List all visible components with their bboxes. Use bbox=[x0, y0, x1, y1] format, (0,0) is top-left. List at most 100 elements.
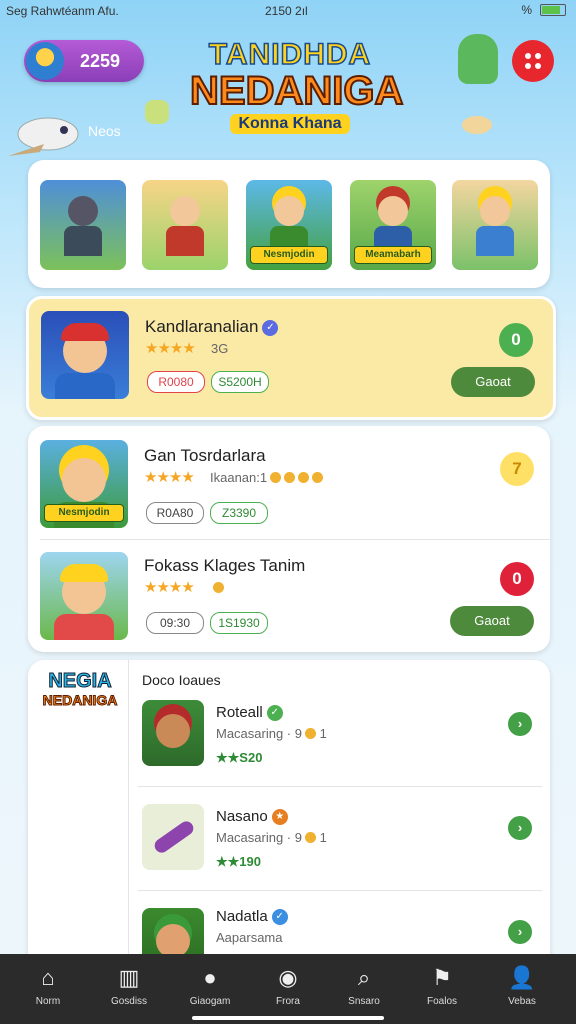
nav-item-user[interactable]: 👤 Vebas bbox=[486, 964, 558, 1007]
nav-label: Frora bbox=[276, 996, 300, 1007]
chevron-right-icon[interactable]: › bbox=[508, 712, 532, 736]
search-icon: ⌕ bbox=[357, 965, 371, 990]
chevron-right-icon[interactable]: › bbox=[508, 816, 532, 840]
nav-label: Norm bbox=[35, 996, 61, 1007]
nav-item-home[interactable]: ⌂ Norm bbox=[12, 964, 84, 1007]
leagues-heading: Doco Ioaues bbox=[142, 672, 221, 688]
chevron-right-icon[interactable]: › bbox=[508, 920, 532, 944]
status-time: 2150 2ıl bbox=[265, 4, 308, 18]
verified-badge-icon: ✓ bbox=[271, 909, 288, 925]
league-thumbnail bbox=[142, 700, 204, 766]
list-thumbnail bbox=[40, 552, 128, 640]
game-tile[interactable]: Meamabarh bbox=[350, 180, 436, 270]
nav-label: Gosdiss bbox=[110, 996, 148, 1007]
league-meta: Macasaring · 9 1 bbox=[216, 830, 327, 845]
featured-stars: ★★★★ bbox=[145, 340, 196, 357]
nav-item-flag[interactable]: ⚑ Foalos bbox=[406, 964, 478, 1007]
list-title: Gan Tosrdarlara bbox=[144, 446, 266, 465]
star-badge-icon: ★ bbox=[271, 809, 288, 825]
league-title: Nadatla ✓ bbox=[216, 908, 288, 925]
divider bbox=[138, 890, 542, 891]
featured-pill-b: S5200H bbox=[211, 371, 269, 393]
logo-line-3: Konna Khana bbox=[230, 114, 350, 134]
list-pill-b: Z3390 bbox=[210, 502, 268, 524]
nav-label: Vebas bbox=[508, 996, 536, 1007]
divider bbox=[138, 786, 542, 787]
list-stars: ★★★★ bbox=[144, 579, 195, 596]
logo-line-1: TANIDHDA bbox=[208, 38, 372, 71]
league-title: Nasano ★ bbox=[216, 808, 288, 825]
list-get-button[interactable]: Gaoat bbox=[450, 606, 534, 636]
floating-cookie-icon bbox=[462, 116, 492, 134]
grid-menu-button[interactable] bbox=[512, 40, 554, 82]
bird-mascot-icon bbox=[4, 108, 84, 164]
league-score: ★★S20 bbox=[216, 750, 263, 765]
featured-title: Kandlaranalian ✓ bbox=[145, 317, 279, 337]
list-meta: Ikaanan:1 bbox=[210, 470, 324, 485]
status-left-text: Seg Rahwtéanm Afu. bbox=[6, 4, 119, 18]
floating-toy-icon bbox=[145, 100, 169, 124]
status-right: % bbox=[521, 3, 566, 17]
green-character-icon bbox=[458, 34, 498, 84]
list-pill-a: 09:30 bbox=[146, 612, 204, 634]
bottom-nav: ⌂ Norm ▥ Gosdiss ● Giaogam ◉ Frora ⌕ Sns… bbox=[0, 954, 576, 1024]
nav-item-search[interactable]: ⌕ Snsaro bbox=[328, 964, 400, 1007]
status-bar: Seg Rahwtéanm Afu. 2150 2ıl % bbox=[0, 0, 576, 22]
home-icon: ⌂ bbox=[41, 965, 55, 990]
league-meta: Macasaring · 9 1 bbox=[216, 726, 327, 741]
notifications-icon: ● bbox=[203, 965, 217, 990]
leagues-logo-bottom: NEDANIGA bbox=[42, 692, 118, 709]
league-meta: Aaparsama bbox=[216, 930, 283, 945]
thumb-label: Nesmjodin bbox=[44, 504, 124, 522]
battery-percent: % bbox=[521, 3, 532, 17]
bird-label: Neos bbox=[88, 123, 121, 139]
divider bbox=[40, 539, 550, 540]
coin-icon bbox=[213, 582, 224, 593]
user-icon: 👤 bbox=[508, 965, 536, 990]
game-tile[interactable] bbox=[142, 180, 228, 270]
league-thumbnail bbox=[142, 804, 204, 870]
list-pill-a: R0A80 bbox=[146, 502, 204, 524]
game-tile[interactable] bbox=[40, 180, 126, 270]
nav-item-cards[interactable]: ▥ Gosdiss bbox=[93, 964, 165, 1007]
featured-pill-a: R0080 bbox=[147, 371, 205, 393]
list-status-circle[interactable]: 7 bbox=[500, 452, 534, 486]
leagues-logo-top: NEGIA bbox=[48, 670, 112, 693]
tile-label: Nesmjodin bbox=[250, 246, 328, 264]
featured-get-button[interactable]: Gaoat bbox=[451, 367, 535, 397]
coin-balance: 2259 bbox=[80, 51, 121, 71]
list-pill-b: 1S1930 bbox=[210, 612, 268, 634]
nav-item-profile-circle[interactable]: ◉ Frora bbox=[252, 964, 324, 1007]
battery-icon bbox=[540, 4, 566, 16]
featured-rating: 3G bbox=[211, 341, 229, 356]
list-stars: ★★★★ bbox=[144, 469, 195, 486]
nav-label: Foalos bbox=[426, 996, 457, 1007]
featured-status-circle[interactable]: 0 bbox=[499, 323, 533, 357]
list-thumbnail: Nesmjodin bbox=[40, 440, 128, 528]
game-tiles-carousel: Nesmjodin Meamabarh bbox=[28, 160, 550, 288]
verified-badge-icon: ✓ bbox=[262, 320, 279, 336]
game-tile[interactable]: Nesmjodin bbox=[246, 180, 332, 270]
game-logo: TANIDHDA NEDANIGA Konna Khana bbox=[189, 38, 404, 134]
nav-item-notifications[interactable]: ● Giaogam bbox=[174, 964, 246, 1007]
check-badge-icon: ✓ bbox=[266, 705, 283, 721]
avatar bbox=[26, 42, 64, 80]
nav-label: Giaogam bbox=[189, 996, 231, 1007]
flag-icon: ⚑ bbox=[432, 965, 452, 990]
tile-label: Meamabarh bbox=[354, 246, 432, 264]
league-score: ★★190 bbox=[216, 854, 261, 869]
nav-label: Snsaro bbox=[348, 996, 380, 1007]
coin-balance-pill[interactable]: 2259 bbox=[24, 40, 144, 82]
vertical-divider bbox=[128, 660, 129, 980]
logo-line-2: NEDANIGA bbox=[189, 69, 404, 113]
featured-game-card[interactable]: Kandlaranalian ✓ ★★★★ 3G R0080 S5200H 0 G… bbox=[26, 296, 556, 420]
game-tile[interactable] bbox=[452, 180, 538, 270]
league-title: Roteall ✓ bbox=[216, 704, 283, 721]
leagues-card: NEGIA NEDANIGA Doco Ioaues Roteall ✓ Maca… bbox=[28, 660, 550, 980]
list-title: Fokass Klages Tanim bbox=[144, 556, 306, 575]
cards-icon: ▥ bbox=[118, 965, 140, 990]
list-status-circle[interactable]: 0 bbox=[500, 562, 534, 596]
home-indicator[interactable] bbox=[192, 1016, 384, 1020]
game-list-card: Nesmjodin Gan Tosrdarlara ★★★★ Ikaanan:1… bbox=[28, 426, 550, 652]
featured-thumbnail bbox=[41, 311, 129, 399]
